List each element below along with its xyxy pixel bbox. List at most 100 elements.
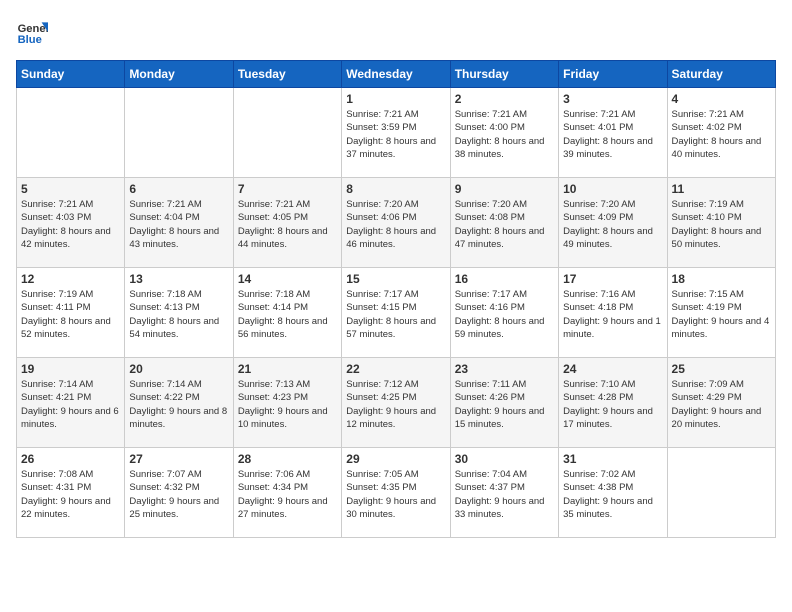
calendar-cell: 11 Sunrise: 7:19 AM Sunset: 4:10 PM Dayli… bbox=[667, 178, 775, 268]
logo-icon: General Blue bbox=[16, 16, 48, 48]
calendar-cell: 16 Sunrise: 7:17 AM Sunset: 4:16 PM Dayli… bbox=[450, 268, 558, 358]
logo: General Blue bbox=[16, 16, 48, 48]
calendar-cell: 5Sunrise: 7:21 AM Sunset: 4:03 PM Daylig… bbox=[17, 178, 125, 268]
day-number: 11 bbox=[672, 182, 771, 196]
day-number: 3 bbox=[563, 92, 662, 106]
day-number: 23 bbox=[455, 362, 554, 376]
day-info: Sunrise: 7:16 AM Sunset: 4:18 PM Dayligh… bbox=[563, 288, 662, 341]
day-number: 29 bbox=[346, 452, 445, 466]
week-row-3: 19 Sunrise: 7:14 AM Sunset: 4:21 PM Dayli… bbox=[17, 358, 776, 448]
calendar-cell: 8 Sunrise: 7:20 AM Sunset: 4:06 PM Daylig… bbox=[342, 178, 450, 268]
day-info: Sunrise: 7:11 AM Sunset: 4:26 PM Dayligh… bbox=[455, 378, 554, 431]
calendar-cell: 19 Sunrise: 7:14 AM Sunset: 4:21 PM Dayli… bbox=[17, 358, 125, 448]
calendar-cell: 23 Sunrise: 7:11 AM Sunset: 4:26 PM Dayli… bbox=[450, 358, 558, 448]
calendar-cell: 13 Sunrise: 7:18 AM Sunset: 4:13 PM Dayli… bbox=[125, 268, 233, 358]
day-number: 13 bbox=[129, 272, 228, 286]
day-info: Sunrise: 7:09 AM Sunset: 4:29 PM Dayligh… bbox=[672, 378, 771, 431]
calendar-cell bbox=[17, 88, 125, 178]
day-number: 24 bbox=[563, 362, 662, 376]
day-info: Sunrise: 7:17 AM Sunset: 4:16 PM Dayligh… bbox=[455, 288, 554, 341]
day-info: Sunrise: 7:07 AM Sunset: 4:32 PM Dayligh… bbox=[129, 468, 228, 521]
weekday-header-row: SundayMondayTuesdayWednesdayThursdayFrid… bbox=[17, 61, 776, 88]
calendar-cell: 24 Sunrise: 7:10 AM Sunset: 4:28 PM Dayli… bbox=[559, 358, 667, 448]
day-number: 22 bbox=[346, 362, 445, 376]
header: General Blue bbox=[16, 16, 776, 48]
calendar-cell: 25 Sunrise: 7:09 AM Sunset: 4:29 PM Dayli… bbox=[667, 358, 775, 448]
calendar-cell: 31 Sunrise: 7:02 AM Sunset: 4:38 PM Dayli… bbox=[559, 448, 667, 538]
week-row-0: 1Sunrise: 7:21 AM Sunset: 3:59 PM Daylig… bbox=[17, 88, 776, 178]
calendar-cell: 27Sunrise: 7:07 AM Sunset: 4:32 PM Dayli… bbox=[125, 448, 233, 538]
calendar-cell: 18Sunrise: 7:15 AM Sunset: 4:19 PM Dayli… bbox=[667, 268, 775, 358]
calendar-cell: 10 Sunrise: 7:20 AM Sunset: 4:09 PM Dayli… bbox=[559, 178, 667, 268]
calendar-table: SundayMondayTuesdayWednesdayThursdayFrid… bbox=[16, 60, 776, 538]
week-row-4: 26 Sunrise: 7:08 AM Sunset: 4:31 PM Dayli… bbox=[17, 448, 776, 538]
calendar-cell: 22 Sunrise: 7:12 AM Sunset: 4:25 PM Dayli… bbox=[342, 358, 450, 448]
calendar-cell: 20 Sunrise: 7:14 AM Sunset: 4:22 PM Dayli… bbox=[125, 358, 233, 448]
day-number: 25 bbox=[672, 362, 771, 376]
week-row-1: 5Sunrise: 7:21 AM Sunset: 4:03 PM Daylig… bbox=[17, 178, 776, 268]
day-number: 8 bbox=[346, 182, 445, 196]
day-info: Sunrise: 7:18 AM Sunset: 4:13 PM Dayligh… bbox=[129, 288, 228, 341]
day-number: 19 bbox=[21, 362, 120, 376]
day-number: 17 bbox=[563, 272, 662, 286]
day-number: 30 bbox=[455, 452, 554, 466]
calendar-cell: 14Sunrise: 7:18 AM Sunset: 4:14 PM Dayli… bbox=[233, 268, 341, 358]
calendar-cell: 30 Sunrise: 7:04 AM Sunset: 4:37 PM Dayli… bbox=[450, 448, 558, 538]
calendar-cell: 2 Sunrise: 7:21 AM Sunset: 4:00 PM Daylig… bbox=[450, 88, 558, 178]
day-number: 5 bbox=[21, 182, 120, 196]
day-number: 21 bbox=[238, 362, 337, 376]
day-info: Sunrise: 7:02 AM Sunset: 4:38 PM Dayligh… bbox=[563, 468, 662, 521]
calendar-cell bbox=[667, 448, 775, 538]
day-info: Sunrise: 7:19 AM Sunset: 4:11 PM Dayligh… bbox=[21, 288, 120, 341]
day-info: Sunrise: 7:15 AM Sunset: 4:19 PM Dayligh… bbox=[672, 288, 771, 341]
weekday-header-saturday: Saturday bbox=[667, 61, 775, 88]
calendar-cell: 4Sunrise: 7:21 AM Sunset: 4:02 PM Daylig… bbox=[667, 88, 775, 178]
day-info: Sunrise: 7:21 AM Sunset: 3:59 PM Dayligh… bbox=[346, 108, 445, 161]
day-info: Sunrise: 7:13 AM Sunset: 4:23 PM Dayligh… bbox=[238, 378, 337, 431]
weekday-header-sunday: Sunday bbox=[17, 61, 125, 88]
day-number: 9 bbox=[455, 182, 554, 196]
day-info: Sunrise: 7:04 AM Sunset: 4:37 PM Dayligh… bbox=[455, 468, 554, 521]
day-info: Sunrise: 7:18 AM Sunset: 4:14 PM Dayligh… bbox=[238, 288, 337, 341]
calendar-cell: 26 Sunrise: 7:08 AM Sunset: 4:31 PM Dayli… bbox=[17, 448, 125, 538]
day-info: Sunrise: 7:20 AM Sunset: 4:06 PM Dayligh… bbox=[346, 198, 445, 251]
day-info: Sunrise: 7:08 AM Sunset: 4:31 PM Dayligh… bbox=[21, 468, 120, 521]
day-number: 20 bbox=[129, 362, 228, 376]
day-number: 2 bbox=[455, 92, 554, 106]
calendar-cell: 1Sunrise: 7:21 AM Sunset: 3:59 PM Daylig… bbox=[342, 88, 450, 178]
day-info: Sunrise: 7:20 AM Sunset: 4:08 PM Dayligh… bbox=[455, 198, 554, 251]
day-number: 16 bbox=[455, 272, 554, 286]
day-info: Sunrise: 7:05 AM Sunset: 4:35 PM Dayligh… bbox=[346, 468, 445, 521]
day-number: 26 bbox=[21, 452, 120, 466]
weekday-header-thursday: Thursday bbox=[450, 61, 558, 88]
calendar-cell: 3 Sunrise: 7:21 AM Sunset: 4:01 PM Daylig… bbox=[559, 88, 667, 178]
day-number: 15 bbox=[346, 272, 445, 286]
day-info: Sunrise: 7:12 AM Sunset: 4:25 PM Dayligh… bbox=[346, 378, 445, 431]
day-info: Sunrise: 7:20 AM Sunset: 4:09 PM Dayligh… bbox=[563, 198, 662, 251]
day-info: Sunrise: 7:21 AM Sunset: 4:01 PM Dayligh… bbox=[563, 108, 662, 161]
weekday-header-wednesday: Wednesday bbox=[342, 61, 450, 88]
calendar-cell: 28 Sunrise: 7:06 AM Sunset: 4:34 PM Dayli… bbox=[233, 448, 341, 538]
calendar-cell bbox=[233, 88, 341, 178]
calendar-cell: 17 Sunrise: 7:16 AM Sunset: 4:18 PM Dayli… bbox=[559, 268, 667, 358]
day-number: 4 bbox=[672, 92, 771, 106]
day-info: Sunrise: 7:21 AM Sunset: 4:00 PM Dayligh… bbox=[455, 108, 554, 161]
day-info: Sunrise: 7:19 AM Sunset: 4:10 PM Dayligh… bbox=[672, 198, 771, 251]
day-number: 12 bbox=[21, 272, 120, 286]
day-number: 10 bbox=[563, 182, 662, 196]
day-info: Sunrise: 7:14 AM Sunset: 4:22 PM Dayligh… bbox=[129, 378, 228, 431]
calendar-cell: 12 Sunrise: 7:19 AM Sunset: 4:11 PM Dayli… bbox=[17, 268, 125, 358]
day-number: 28 bbox=[238, 452, 337, 466]
day-number: 7 bbox=[238, 182, 337, 196]
calendar-cell: 9 Sunrise: 7:20 AM Sunset: 4:08 PM Daylig… bbox=[450, 178, 558, 268]
day-number: 31 bbox=[563, 452, 662, 466]
day-info: Sunrise: 7:21 AM Sunset: 4:04 PM Dayligh… bbox=[129, 198, 228, 251]
week-row-2: 12 Sunrise: 7:19 AM Sunset: 4:11 PM Dayli… bbox=[17, 268, 776, 358]
day-info: Sunrise: 7:14 AM Sunset: 4:21 PM Dayligh… bbox=[21, 378, 120, 431]
day-info: Sunrise: 7:17 AM Sunset: 4:15 PM Dayligh… bbox=[346, 288, 445, 341]
calendar-cell: 15 Sunrise: 7:17 AM Sunset: 4:15 PM Dayli… bbox=[342, 268, 450, 358]
day-info: Sunrise: 7:06 AM Sunset: 4:34 PM Dayligh… bbox=[238, 468, 337, 521]
day-info: Sunrise: 7:21 AM Sunset: 4:05 PM Dayligh… bbox=[238, 198, 337, 251]
day-info: Sunrise: 7:10 AM Sunset: 4:28 PM Dayligh… bbox=[563, 378, 662, 431]
calendar-cell: 29 Sunrise: 7:05 AM Sunset: 4:35 PM Dayli… bbox=[342, 448, 450, 538]
